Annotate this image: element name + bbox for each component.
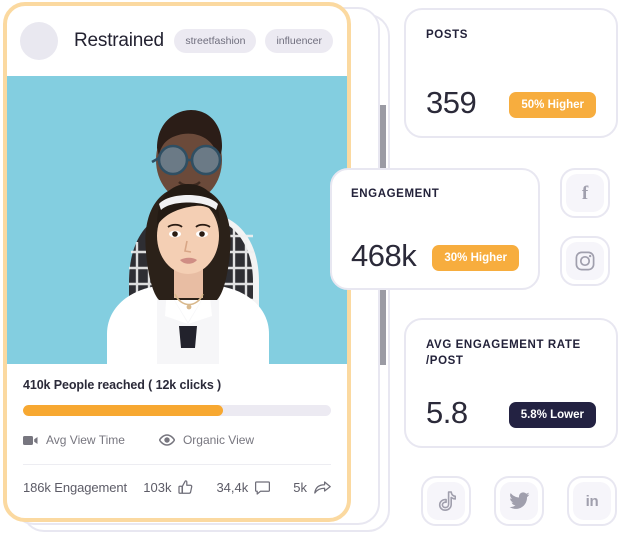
post-stats: 410k People reached ( 12k clicks ) Avg V… bbox=[7, 364, 347, 518]
post-card[interactable]: Restrained streetfashion influencer 410k… bbox=[3, 2, 351, 522]
facebook-icon: f bbox=[566, 174, 604, 212]
kpi-rate-value: 5.8 bbox=[426, 395, 468, 430]
portrait-illustration-icon bbox=[7, 76, 347, 364]
social-button-twitter[interactable] bbox=[494, 476, 544, 526]
tag-list: streetfashion influencer bbox=[174, 29, 333, 53]
social-button-linkedin[interactable]: in bbox=[567, 476, 617, 526]
kpi-posts-value: 359 bbox=[426, 85, 477, 120]
social-button-instagram[interactable] bbox=[560, 236, 610, 286]
share-icon bbox=[314, 481, 331, 494]
dashboard-stage: Restrained streetfashion influencer 410k… bbox=[0, 0, 622, 546]
kpi-card-engagement[interactable]: ENGAGEMENT 468k 30% Higher bbox=[330, 168, 540, 290]
kpi-engagement-bottom: 468k 30% Higher bbox=[351, 240, 519, 271]
linkedin-glyph: in bbox=[585, 492, 599, 510]
instagram-icon bbox=[566, 242, 604, 280]
kpi-engagement-value: 468k bbox=[351, 238, 417, 273]
tag-streetfashion[interactable]: streetfashion bbox=[174, 29, 257, 53]
kpi-posts-title: POSTS bbox=[426, 29, 468, 41]
engagement-row: 186k Engagement 103k 34,4k 5k bbox=[23, 480, 331, 495]
legend-organic-view-label: Organic View bbox=[182, 433, 255, 447]
reach-text: 410k People reached ( 12k clicks ) bbox=[23, 378, 222, 392]
avatar[interactable] bbox=[20, 22, 58, 60]
kpi-posts-bottom: 359 50% Higher bbox=[426, 87, 596, 118]
facebook-glyph: f bbox=[581, 182, 589, 204]
kpi-rate-badge: 5.8% Lower bbox=[508, 402, 596, 428]
thumbs-up-icon bbox=[178, 480, 193, 495]
metric-shares-value: 5k bbox=[293, 480, 307, 495]
video-camera-icon bbox=[23, 435, 38, 446]
linkedin-icon: in bbox=[573, 482, 611, 520]
tiktok-icon bbox=[427, 482, 465, 520]
kpi-engagement-title: ENGAGEMENT bbox=[351, 188, 440, 200]
reach-progress-fill bbox=[23, 405, 224, 416]
eye-icon bbox=[158, 434, 175, 446]
engagement-total-label: 186k Engagement bbox=[23, 480, 128, 495]
post-legend: Avg View Time Organic View bbox=[23, 433, 331, 447]
kpi-rate-bottom: 5.8 5.8% Lower bbox=[426, 397, 596, 428]
social-button-facebook[interactable]: f bbox=[560, 168, 610, 218]
kpi-card-avg-engagement-rate[interactable]: AVG ENGAGEMENT RATE /POST 5.8 5.8% Lower bbox=[404, 318, 618, 448]
legend-avg-view-time: Avg View Time bbox=[23, 433, 125, 447]
legend-avg-view-time-label: Avg View Time bbox=[46, 433, 125, 447]
post-photo bbox=[7, 76, 347, 364]
kpi-posts-badge: 50% Higher bbox=[509, 92, 596, 118]
comment-icon bbox=[255, 480, 271, 495]
reach-progress-track bbox=[23, 405, 331, 416]
metric-comments[interactable]: 34,4k bbox=[216, 480, 271, 495]
twitter-icon bbox=[500, 482, 538, 520]
metric-likes-value: 103k bbox=[143, 480, 172, 495]
metric-comments-value: 34,4k bbox=[216, 480, 249, 495]
kpi-card-posts[interactable]: POSTS 359 50% Higher bbox=[404, 8, 618, 138]
legend-organic-view: Organic View bbox=[158, 433, 255, 447]
post-author-name: Restrained bbox=[74, 30, 164, 51]
kpi-engagement-badge: 30% Higher bbox=[432, 245, 519, 271]
social-button-tiktok[interactable] bbox=[421, 476, 471, 526]
tag-influencer[interactable]: influencer bbox=[265, 29, 333, 53]
metric-shares[interactable]: 5k bbox=[293, 480, 331, 495]
post-header: Restrained streetfashion influencer bbox=[7, 6, 347, 76]
kpi-rate-title: AVG ENGAGEMENT RATE /POST bbox=[426, 339, 581, 367]
metric-likes[interactable]: 103k bbox=[143, 480, 193, 495]
stats-divider bbox=[23, 464, 331, 465]
